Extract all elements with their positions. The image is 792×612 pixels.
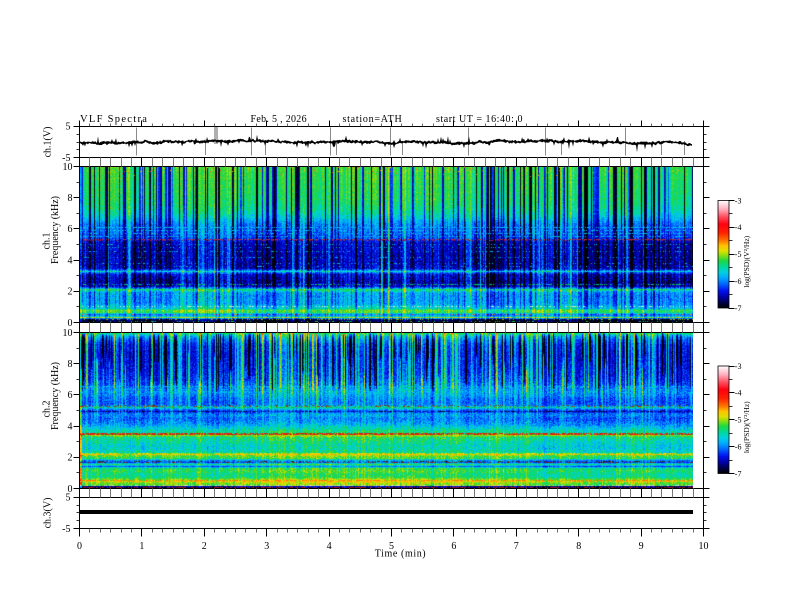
- svg-text:8: 8: [68, 359, 73, 370]
- svg-text:Frequency (kHz): Frequency (kHz): [50, 196, 61, 264]
- svg-text:0: 0: [68, 484, 73, 495]
- svg-text:3: 3: [264, 541, 269, 552]
- svg-text:-5: -5: [62, 524, 70, 535]
- svg-text:4: 4: [68, 421, 73, 432]
- svg-text:Feb. 5 , 2026: Feb. 5 , 2026: [251, 114, 307, 125]
- svg-text:-4: -4: [735, 389, 742, 398]
- svg-text:ch.1(V): ch.1(V): [43, 127, 54, 158]
- svg-text:-3: -3: [735, 362, 742, 371]
- svg-text:2: 2: [202, 541, 207, 552]
- svg-text:5: 5: [66, 122, 71, 133]
- svg-text:10: 10: [63, 328, 73, 339]
- svg-text:VLF Spectra: VLF Spectra: [80, 114, 148, 125]
- svg-text:-3: -3: [735, 196, 742, 205]
- svg-text:8: 8: [68, 193, 73, 204]
- svg-text:Frequency (kHz): Frequency (kHz): [50, 362, 61, 430]
- svg-text:1: 1: [139, 541, 144, 552]
- svg-text:4: 4: [68, 255, 73, 266]
- svg-text:8: 8: [576, 541, 581, 552]
- svg-text:ch.3(V): ch.3(V): [43, 498, 54, 529]
- svg-text:2: 2: [68, 453, 73, 464]
- svg-text:start UT = 16:40: 0: start UT = 16:40: 0: [436, 114, 523, 125]
- svg-text:Time (min): Time (min): [375, 549, 426, 560]
- svg-text:-5: -5: [735, 416, 742, 425]
- svg-text:station=ATH: station=ATH: [343, 114, 403, 125]
- svg-text:-7: -7: [735, 304, 742, 313]
- svg-text:6: 6: [68, 224, 73, 235]
- svg-text:-7: -7: [735, 469, 742, 478]
- svg-text:10: 10: [63, 162, 73, 173]
- svg-text:6: 6: [451, 541, 456, 552]
- svg-text:log(PSD)(V²/Hz): log(PSD)(V²/Hz): [742, 401, 751, 453]
- svg-text:0: 0: [77, 541, 82, 552]
- svg-text:-5: -5: [735, 250, 742, 259]
- svg-text:-4: -4: [735, 223, 742, 232]
- svg-text:-6: -6: [735, 277, 742, 286]
- svg-text:6: 6: [68, 390, 73, 401]
- svg-text:log(PSD)(V²/Hz): log(PSD)(V²/Hz): [742, 235, 751, 287]
- svg-text:7: 7: [514, 541, 519, 552]
- svg-text:10: 10: [699, 541, 709, 552]
- svg-text:4: 4: [327, 541, 332, 552]
- svg-text:9: 9: [639, 541, 644, 552]
- svg-text:2: 2: [68, 287, 73, 298]
- svg-text:-6: -6: [735, 442, 742, 451]
